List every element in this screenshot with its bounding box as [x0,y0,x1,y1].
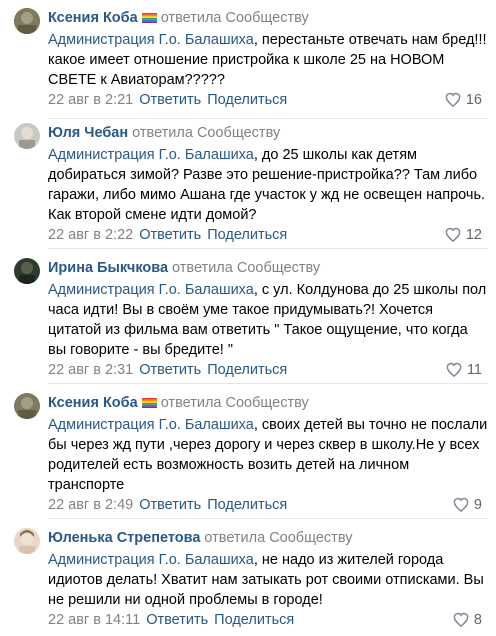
like-count: 12 [465,227,482,243]
like-count: 11 [466,362,482,378]
comment-date[interactable]: 22 авг в 14:11 [48,612,140,628]
comment-date[interactable]: 22 авг в 2:31 [48,362,133,378]
comment: Ксения Коба ответила Сообществу Администр… [0,393,496,519]
like-count: 8 [473,612,482,628]
comment-text: Администрация Г.о. Балашиха, с ул. Колду… [48,280,488,360]
mention-link[interactable]: Администрация Г.о. Балашиха [48,147,254,163]
comment: Юленька Стрепетова ответила Сообществу Ад… [0,528,496,634]
replied-label: ответила Сообществу [160,395,309,411]
avatar[interactable] [14,258,40,284]
comment-meta: 22 авг в 2:22 Ответить Поделиться [48,225,287,245]
heart-icon [446,362,462,378]
divider [48,118,488,119]
heart-icon [445,92,461,108]
like-button[interactable]: 12 [445,225,482,245]
author-name[interactable]: Ирина Быкчкова [48,260,168,276]
comment-date[interactable]: 22 авг в 2:22 [48,227,133,243]
share-button[interactable]: Поделиться [207,92,287,108]
reply-button[interactable]: Ответить [139,227,201,243]
comment-meta: 22 авг в 14:11 Ответить Поделиться [48,610,294,630]
reply-button[interactable]: Ответить [146,612,208,628]
replied-label: ответила Сообществу [204,530,353,546]
like-count: 16 [465,92,482,108]
divider [48,248,488,249]
avatar[interactable] [14,393,40,419]
mention-link[interactable]: Администрация Г.о. Балашиха [48,282,254,298]
divider [48,518,488,519]
mention-link[interactable]: Администрация Г.о. Балашиха [48,417,254,433]
rainbow-flag-icon [141,13,157,23]
like-button[interactable]: 9 [453,495,482,515]
comment-header: Ксения Коба ответила Сообществу [48,8,309,28]
share-button[interactable]: Поделиться [214,612,294,628]
heart-icon [453,497,469,513]
comment-header: Юленька Стрепетова ответила Сообществу [48,528,352,548]
avatar[interactable] [14,123,40,149]
mention-link[interactable]: Администрация Г.о. Балашиха [48,552,254,568]
comment-date[interactable]: 22 авг в 2:21 [48,92,133,108]
comment-meta: 22 авг в 2:49 Ответить Поделиться [48,495,287,515]
comment-header: Ирина Быкчкова ответила Сообществу [48,258,320,278]
comment-text: Администрация Г.о. Балашиха, не надо из … [48,550,488,610]
author-name[interactable]: Юля Чебан [48,125,128,141]
comment-text: Администрация Г.о. Балашиха, своих детей… [48,415,488,495]
reply-button[interactable]: Ответить [139,497,201,513]
share-button[interactable]: Поделиться [207,497,287,513]
like-button[interactable]: 8 [453,610,482,630]
author-name[interactable]: Юленька Стрепетова [48,530,200,546]
comment-text: Администрация Г.о. Балашиха, до 25 школы… [48,145,488,225]
comment-header: Ксения Коба ответила Сообществу [48,393,309,413]
replied-label: ответила Сообществу [172,260,321,276]
reply-button[interactable]: Ответить [139,92,201,108]
replied-label: ответила Сообществу [160,10,309,26]
comment-text: Администрация Г.о. Балашиха, перестаньте… [48,30,488,90]
comment: Ксения Коба ответила Сообществу Администр… [0,8,496,119]
reply-button[interactable]: Ответить [139,362,201,378]
like-count: 9 [473,497,482,513]
author-name[interactable]: Ксения Коба [48,10,138,26]
divider [48,383,488,384]
heart-icon [453,612,469,628]
comment-header: Юля Чебан ответила Сообществу [48,123,280,143]
replied-label: ответила Сообществу [132,125,281,141]
rainbow-flag-icon [141,398,157,408]
avatar[interactable] [14,528,40,554]
comment: Ирина Быкчкова ответила Сообществу Админи… [0,258,496,384]
mention-link[interactable]: Администрация Г.о. Балашиха [48,32,254,48]
comment: Юля Чебан ответила Сообществу Администрац… [0,123,496,249]
share-button[interactable]: Поделиться [207,362,287,378]
share-button[interactable]: Поделиться [207,227,287,243]
heart-icon [445,227,461,243]
author-name[interactable]: Ксения Коба [48,395,138,411]
comment-meta: 22 авг в 2:31 Ответить Поделиться [48,360,287,380]
comment-date[interactable]: 22 авг в 2:49 [48,497,133,513]
comment-meta: 22 авг в 2:21 Ответить Поделиться [48,90,287,110]
avatar[interactable] [14,8,40,34]
like-button[interactable]: 16 [445,90,482,110]
like-button[interactable]: 11 [446,360,482,380]
